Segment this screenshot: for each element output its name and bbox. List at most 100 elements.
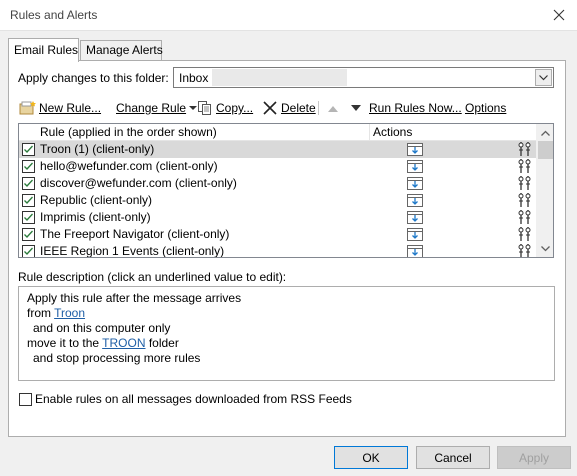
run-rules-now-label: Run Rules Now... bbox=[369, 101, 462, 115]
close-icon bbox=[553, 9, 565, 21]
table-row[interactable]: The Freeport Navigator (client-only) bbox=[19, 226, 537, 243]
checkmark-icon bbox=[24, 145, 33, 153]
close-button[interactable] bbox=[545, 2, 573, 28]
copy-rule-button[interactable]: Copy... bbox=[197, 98, 253, 118]
table-row[interactable]: discover@wefunder.com (client-only) bbox=[19, 175, 537, 192]
chevron-down-icon bbox=[541, 245, 550, 251]
cancel-button[interactable]: Cancel bbox=[416, 446, 490, 469]
description-line: and on this computer only bbox=[33, 321, 171, 335]
rule-checkbox[interactable] bbox=[22, 177, 35, 190]
cancel-label: Cancel bbox=[434, 450, 472, 465]
tab-label: Manage Alerts bbox=[86, 43, 163, 57]
description-line: and stop processing more rules bbox=[33, 351, 201, 365]
checkmark-icon bbox=[24, 247, 33, 255]
rule-name: Republic (client-only) bbox=[40, 193, 153, 207]
client-only-icon bbox=[518, 142, 531, 156]
move-to-folder-icon bbox=[407, 245, 423, 257]
checkmark-icon bbox=[24, 230, 33, 238]
title-bar: Rules and Alerts bbox=[0, 0, 577, 31]
tab-label: Email Rules bbox=[14, 43, 79, 57]
table-row[interactable]: Republic (client-only) bbox=[19, 192, 537, 209]
rss-label: Enable rules on all messages downloaded … bbox=[35, 392, 352, 406]
checkmark-icon bbox=[24, 213, 33, 221]
change-rule-label: Change Rule bbox=[116, 101, 187, 115]
new-rule-button[interactable]: New Rule... bbox=[19, 98, 101, 118]
table-row[interactable]: Troon (1) (client-only) bbox=[19, 141, 537, 158]
arrow-up-icon bbox=[328, 105, 338, 112]
description-text: folder bbox=[145, 336, 179, 350]
scroll-up-button[interactable] bbox=[537, 124, 553, 141]
rule-checkbox[interactable] bbox=[22, 211, 35, 224]
move-to-folder-icon bbox=[407, 194, 423, 207]
options-button[interactable]: Options bbox=[465, 98, 506, 118]
rule-checkbox[interactable] bbox=[22, 228, 35, 241]
rule-name: Troon (1) (client-only) bbox=[40, 142, 155, 156]
ok-button[interactable]: OK bbox=[334, 446, 408, 469]
sender-link[interactable]: Troon bbox=[54, 306, 85, 320]
rules-toolbar: New Rule... Change Rule Copy... Delete R… bbox=[19, 98, 559, 118]
chevron-up-icon bbox=[541, 130, 550, 136]
folder-link[interactable]: TROON bbox=[102, 336, 145, 350]
caret-down-icon bbox=[189, 105, 198, 110]
rule-description-label: Rule description (click an underlined va… bbox=[18, 270, 287, 284]
table-row[interactable]: Imprimis (client-only) bbox=[19, 209, 537, 226]
scroll-thumb[interactable] bbox=[538, 141, 553, 159]
rules-list-header: Rule (applied in the order shown) Action… bbox=[19, 124, 537, 141]
move-to-folder-icon bbox=[407, 143, 423, 156]
rules-list-scrollbar[interactable] bbox=[536, 124, 553, 257]
rule-checkbox[interactable] bbox=[22, 160, 35, 173]
move-up-button[interactable] bbox=[328, 98, 338, 118]
move-to-folder-icon bbox=[407, 228, 423, 241]
client-only-icon bbox=[518, 244, 531, 257]
move-to-folder-icon bbox=[407, 160, 423, 173]
client-only-icon bbox=[518, 227, 531, 241]
column-header-rule[interactable]: Rule (applied in the order shown) bbox=[19, 124, 370, 141]
checkmark-icon bbox=[24, 196, 33, 204]
delete-icon bbox=[263, 101, 277, 115]
move-down-button[interactable] bbox=[351, 98, 361, 118]
table-row[interactable]: IEEE Region 1 Events (client-only) bbox=[19, 243, 537, 258]
rule-name: Imprimis (client-only) bbox=[40, 210, 151, 224]
description-text: move it to the bbox=[27, 336, 103, 350]
rule-name: The Freeport Navigator (client-only) bbox=[40, 227, 230, 241]
move-to-folder-icon bbox=[407, 211, 423, 224]
new-rule-label: New Rule... bbox=[39, 101, 102, 115]
rule-description-box: Apply this rule after the message arrive… bbox=[18, 286, 555, 381]
tab-email-rules[interactable]: Email Rules bbox=[8, 38, 79, 62]
folder-label: Apply changes to this folder: bbox=[18, 71, 169, 85]
apply-button[interactable]: Apply bbox=[497, 446, 571, 469]
description-line: from Troon bbox=[27, 306, 554, 321]
checkmark-icon bbox=[24, 162, 33, 170]
rule-name: discover@wefunder.com (client-only) bbox=[40, 176, 237, 190]
scroll-down-button[interactable] bbox=[537, 240, 553, 257]
rule-checkbox[interactable] bbox=[22, 194, 35, 207]
redacted-area bbox=[212, 69, 347, 86]
client-only-icon bbox=[518, 176, 531, 190]
description-line: Apply this rule after the message arrive… bbox=[27, 291, 242, 305]
delete-rule-button[interactable]: Delete bbox=[263, 98, 316, 118]
email-rules-panel: Apply changes to this folder: Inbox New … bbox=[8, 60, 566, 437]
run-rules-now-button[interactable]: Run Rules Now... bbox=[369, 98, 462, 118]
client-only-icon bbox=[518, 193, 531, 207]
window-title: Rules and Alerts bbox=[10, 8, 98, 22]
rule-name: IEEE Region 1 Events (client-only) bbox=[40, 244, 225, 258]
apply-label: Apply bbox=[518, 450, 550, 465]
dropdown-button[interactable] bbox=[535, 69, 552, 86]
toolbar-separator bbox=[318, 101, 319, 115]
chevron-down-icon bbox=[539, 74, 548, 80]
change-rule-button[interactable]: Change Rule bbox=[116, 98, 198, 118]
rule-name: hello@wefunder.com (client-only) bbox=[40, 159, 218, 173]
description-text: from bbox=[27, 306, 55, 320]
rule-checkbox[interactable] bbox=[22, 143, 35, 156]
rss-checkbox[interactable] bbox=[19, 392, 32, 406]
move-to-folder-icon bbox=[407, 177, 423, 190]
rss-rules-option[interactable]: Enable rules on all messages downloaded … bbox=[19, 392, 352, 406]
client-only-icon bbox=[518, 210, 531, 224]
rule-checkbox[interactable] bbox=[22, 245, 35, 257]
column-header-actions[interactable]: Actions bbox=[372, 124, 412, 140]
table-row[interactable]: hello@wefunder.com (client-only) bbox=[19, 158, 537, 175]
folder-select[interactable]: Inbox bbox=[173, 67, 554, 88]
tab-manage-alerts[interactable]: Manage Alerts bbox=[80, 40, 163, 61]
rules-list[interactable]: Rule (applied in the order shown) Action… bbox=[18, 123, 554, 258]
description-line: move it to the TROON folder bbox=[27, 336, 554, 351]
